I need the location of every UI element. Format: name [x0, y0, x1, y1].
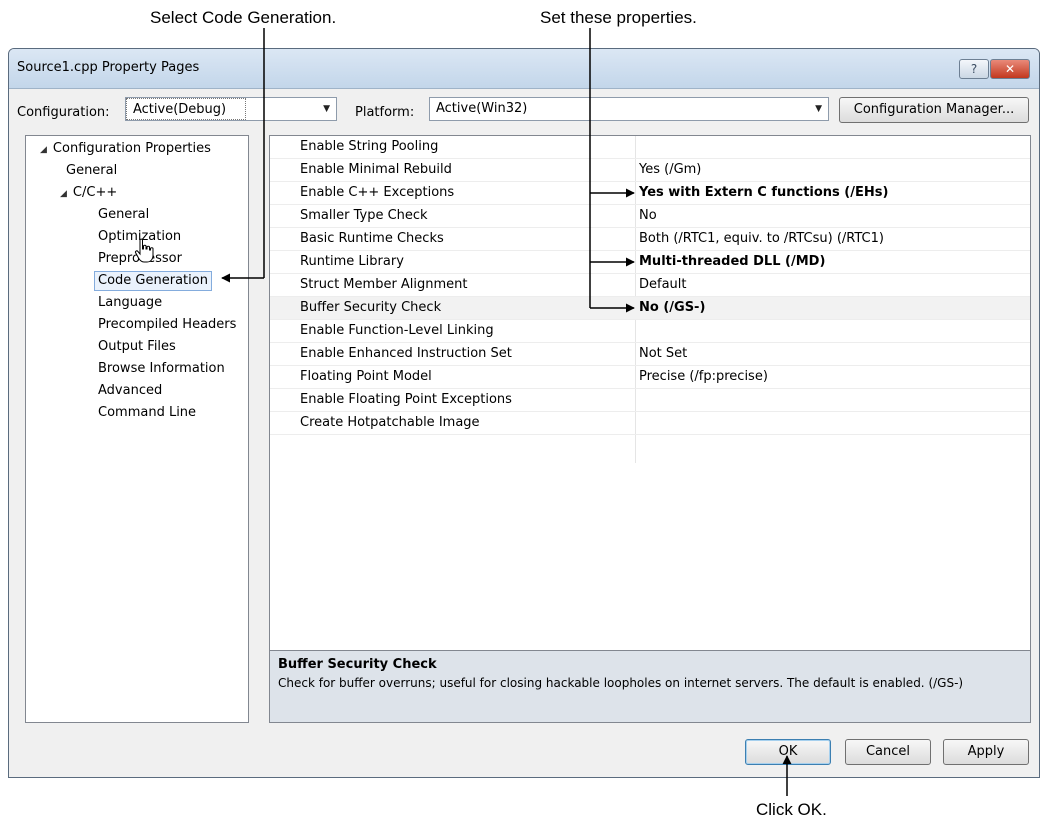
property-row[interactable]: Runtime Library Multi-threaded DLL (/MD)	[270, 251, 1030, 274]
title-bar: Source1.cpp Property Pages ? ✕	[9, 49, 1039, 89]
tree-item-label: C/C++	[72, 185, 118, 200]
property-value[interactable]: No (/GS-)	[639, 297, 705, 319]
tree-item-cpp-general[interactable]: General	[98, 206, 149, 224]
property-name: Enable Function-Level Linking	[300, 323, 494, 338]
property-row[interactable]: Enable Enhanced Instruction Set Not Set	[270, 343, 1030, 366]
help-icon: ?	[970, 62, 978, 76]
tree-item-code-generation[interactable]: Code Generation	[94, 271, 212, 291]
property-name: Runtime Library	[300, 254, 404, 269]
collapse-triangle-icon[interactable]: ◢	[60, 189, 67, 199]
cancel-button[interactable]: Cancel	[845, 739, 931, 765]
description-title: Buffer Security Check	[278, 657, 437, 672]
close-icon: ✕	[1004, 62, 1016, 76]
hand-cursor-icon	[134, 238, 154, 263]
property-value[interactable]: No	[639, 205, 657, 227]
platform-select[interactable]: Active(Win32) ▼	[429, 97, 829, 121]
tree-item-label: Configuration Properties	[52, 141, 211, 156]
property-row[interactable]: Enable C++ Exceptions Yes with Extern C f…	[270, 182, 1030, 205]
property-name: Struct Member Alignment	[300, 277, 468, 292]
property-name: Buffer Security Check	[300, 300, 442, 315]
tree-item-configuration-properties[interactable]: ◢ Configuration Properties	[40, 140, 211, 159]
property-row[interactable]: Smaller Type Check No	[270, 205, 1030, 228]
tree-item-advanced[interactable]: Advanced	[98, 382, 162, 400]
tree-item-browse-information[interactable]: Browse Information	[98, 360, 225, 378]
property-name: Floating Point Model	[300, 369, 432, 384]
callout-select-code-generation: Select Code Generation.	[150, 8, 337, 27]
property-value[interactable]: Default	[639, 274, 687, 296]
property-row[interactable]: Enable Function-Level Linking	[270, 320, 1030, 343]
property-row[interactable]: Enable Minimal Rebuild Yes (/Gm)	[270, 159, 1030, 182]
description-panel: Buffer Security Check Check for buffer o…	[269, 650, 1031, 723]
property-row-selected[interactable]: Buffer Security Check No (/GS-)	[270, 297, 1030, 320]
property-row[interactable]: Enable String Pooling	[270, 136, 1030, 159]
property-grid: Enable String Pooling Enable Minimal Reb…	[269, 135, 1031, 650]
collapse-triangle-icon[interactable]: ◢	[40, 145, 47, 155]
property-tree[interactable]: ◢ Configuration Properties General ◢ C/C++…	[25, 135, 249, 723]
property-value[interactable]: Yes (/Gm)	[639, 159, 701, 181]
window-title: Source1.cpp Property Pages	[17, 60, 200, 75]
platform-label: Platform:	[355, 105, 415, 120]
close-button[interactable]: ✕	[990, 59, 1030, 79]
chevron-down-icon: ▼	[323, 104, 330, 114]
tree-item-command-line[interactable]: Command Line	[98, 404, 196, 422]
configuration-manager-button[interactable]: Configuration Manager...	[839, 97, 1029, 123]
property-row[interactable]: Struct Member Alignment Default	[270, 274, 1030, 297]
property-name: Basic Runtime Checks	[300, 231, 444, 246]
tree-item-precompiled-headers[interactable]: Precompiled Headers	[98, 316, 236, 334]
callout-click-ok: Click OK.	[756, 800, 827, 819]
property-value[interactable]: Multi-threaded DLL (/MD)	[639, 251, 825, 273]
tree-item-language[interactable]: Language	[98, 294, 162, 312]
configuration-value: Active(Debug)	[126, 98, 246, 120]
tree-item-output-files[interactable]: Output Files	[98, 338, 176, 356]
property-name: Enable Floating Point Exceptions	[300, 392, 512, 407]
apply-button[interactable]: Apply	[943, 739, 1029, 765]
property-name: Smaller Type Check	[300, 208, 428, 223]
tree-item-cpp[interactable]: ◢ C/C++	[60, 184, 117, 203]
property-row[interactable]: Create Hotpatchable Image	[270, 412, 1030, 435]
help-button[interactable]: ?	[959, 59, 989, 79]
platform-value: Active(Win32)	[436, 101, 528, 116]
property-row[interactable]: Floating Point Model Precise (/fp:precise…	[270, 366, 1030, 389]
property-value[interactable]: Yes with Extern C functions (/EHs)	[639, 182, 888, 204]
property-name: Create Hotpatchable Image	[300, 415, 480, 430]
property-name: Enable String Pooling	[300, 139, 439, 154]
property-row[interactable]: Enable Floating Point Exceptions	[270, 389, 1030, 412]
ok-button[interactable]: OK	[745, 739, 831, 765]
configuration-bar: Configuration: Active(Debug) ▼ Platform:…	[9, 89, 1039, 133]
property-value[interactable]: Precise (/fp:precise)	[639, 366, 768, 388]
callout-set-properties: Set these properties.	[540, 8, 697, 27]
property-name: Enable Enhanced Instruction Set	[300, 346, 512, 361]
property-name: Enable C++ Exceptions	[300, 185, 455, 200]
configuration-select[interactable]: Active(Debug) ▼	[125, 97, 337, 121]
property-value[interactable]: Both (/RTC1, equiv. to /RTCsu) (/RTC1)	[639, 228, 884, 250]
description-text: Check for buffer overruns; useful for cl…	[278, 676, 964, 690]
tree-item-general[interactable]: General	[66, 162, 117, 180]
property-value[interactable]: Not Set	[639, 343, 687, 365]
configuration-label: Configuration:	[17, 105, 110, 120]
property-row[interactable]: Basic Runtime Checks Both (/RTC1, equiv. …	[270, 228, 1030, 251]
chevron-down-icon: ▼	[815, 104, 822, 114]
property-pages-dialog: Source1.cpp Property Pages ? ✕ Configura…	[8, 48, 1040, 778]
property-name: Enable Minimal Rebuild	[300, 162, 452, 177]
